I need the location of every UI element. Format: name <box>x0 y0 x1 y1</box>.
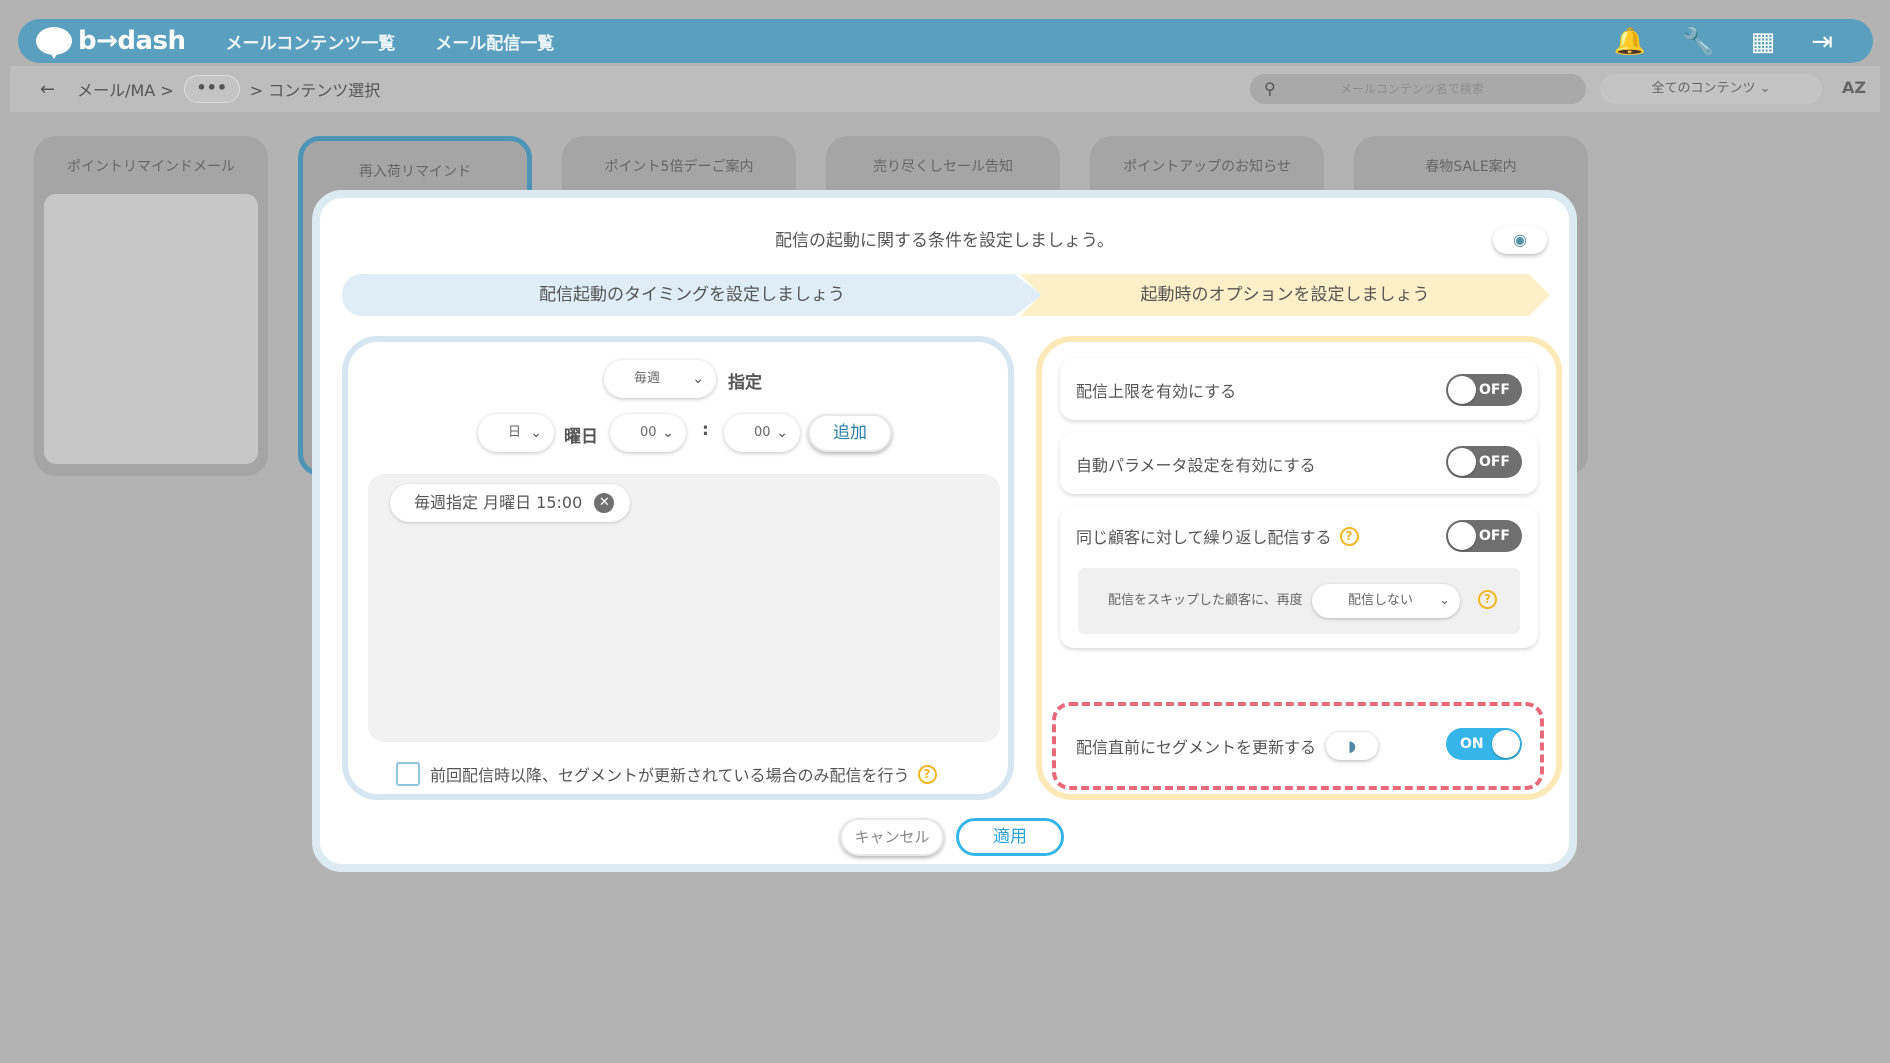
search-icon: ⚲ <box>1264 79 1276 98</box>
content-filter-select[interactable]: 全てのコンテンツ ⌄ <box>1600 74 1822 104</box>
delivery-trigger-dialog: 配信の起動に関する条件を設定しましょう。 ◉ 配信起動のタイミングを設定しましょ… <box>312 190 1577 872</box>
segment-refresh-toggle[interactable]: ON <box>1446 728 1522 760</box>
redeliver-select[interactable]: 配信しない ⌄ <box>1312 584 1460 618</box>
day-value: 日 <box>508 425 522 440</box>
chevron-down-icon: ⌄ <box>1439 593 1450 608</box>
timing-list: 毎週指定 月曜日 15:00 ✕ <box>368 474 1000 742</box>
step-options: 起動時のオプションを設定しましょう <box>1020 274 1550 316</box>
content-search-input[interactable]: ⚲ メールコンテンツ名で検索 <box>1250 74 1586 104</box>
time-colon: : <box>702 420 709 440</box>
segment-update-only-label: 前回配信時以降、セグメントが更新されている場合のみ配信を行う <box>430 766 910 785</box>
breadcrumb-ellipsis[interactable]: ••• <box>183 75 240 103</box>
apply-button[interactable]: 適用 <box>956 818 1064 856</box>
breadcrumb-root[interactable]: メール/MA > <box>77 77 174 101</box>
skipped-customer-text: 配信をスキップした顧客に、再度 <box>1108 593 1303 608</box>
step-timing: 配信起動のタイミングを設定しましょう <box>342 274 1042 316</box>
toggle-state: OFF <box>1478 382 1510 398</box>
toggle-knob <box>1448 522 1476 550</box>
nav-mail-contents-list[interactable]: メールコンテンツ一覧 <box>226 29 396 54</box>
breadcrumb-bar: ← メール/MA > ••• > コンテンツ選択 ⚲ メールコンテンツ名で検索 … <box>10 66 1880 112</box>
card-title: ポイント5倍デーご案内 <box>604 159 754 175</box>
timing-entry-chip: 毎週指定 月曜日 15:00 ✕ <box>390 484 631 522</box>
auto-parameter-toggle[interactable]: OFF <box>1446 446 1522 478</box>
card-title: ポイントリマインドメール <box>67 159 235 175</box>
cancel-button[interactable]: キャンセル <box>840 818 944 856</box>
option-auto-parameter: 自動パラメータ設定を有効にする OFF <box>1060 432 1538 494</box>
card-title: ポイントアップのお知らせ <box>1123 159 1291 175</box>
logo-bubble-icon <box>36 27 72 59</box>
filter-value: 全てのコンテンツ <box>1651 81 1756 96</box>
dialog-title: 配信の起動に関する条件を設定しましょう。 <box>775 231 1114 251</box>
toggle-knob <box>1492 730 1520 758</box>
options-panel: 配信上限を有効にする OFF 自動パラメータ設定を有効にする OFF 同じ顧客に… <box>1036 336 1562 800</box>
option-segment-refresh-row: 配信直前にセグメントを更新する ◗ <box>1076 732 1379 760</box>
beginner-mark-icon[interactable]: ◗ <box>1326 732 1379 760</box>
card-title: 再入荷リマインド <box>359 164 471 180</box>
option-label: 配信直前にセグメントを更新する <box>1076 738 1317 757</box>
redeliver-value: 配信しない <box>1348 593 1414 608</box>
frequency-suffix: 指定 <box>728 373 762 393</box>
search-placeholder: メールコンテンツ名で検索 <box>1340 82 1484 96</box>
minute-select[interactable]: 00 ⌄ <box>724 414 800 452</box>
card-title: 春物SALE案内 <box>1425 159 1517 175</box>
add-timing-button[interactable]: 追加 <box>808 414 892 452</box>
grid-icon[interactable]: ▦ <box>1751 27 1776 57</box>
timing-panel: 毎週 ⌄ 指定 日 ⌄ 曜日 00 ⌄ : 00 ⌄ 追加 毎週指定 月曜日 1… <box>342 336 1014 800</box>
bell-icon[interactable]: 🔔 <box>1614 27 1646 57</box>
delivery-limit-toggle[interactable]: OFF <box>1446 374 1522 406</box>
remove-entry-icon[interactable]: ✕ <box>594 493 615 513</box>
top-icons: 🔔 🔧 ▦ ⇥ <box>1614 27 1833 57</box>
bdash-logo[interactable]: b→dash <box>36 26 186 59</box>
question-icon[interactable]: ? <box>1339 526 1359 546</box>
frequency-value: 毎週 <box>634 371 661 386</box>
toggle-state: OFF <box>1478 454 1510 470</box>
toggle-knob <box>1448 376 1476 404</box>
content-card[interactable]: ポイントリマインドメール <box>34 136 268 476</box>
question-icon[interactable]: ? <box>917 764 937 784</box>
option-label: 自動パラメータ設定を有効にする <box>1076 456 1316 475</box>
repeat-delivery-toggle[interactable]: OFF <box>1446 520 1522 552</box>
chevron-down-icon: ⌄ <box>662 425 674 441</box>
option-delivery-limit: 配信上限を有効にする OFF <box>1060 358 1538 420</box>
option-label-row: 同じ顧客に対して繰り返し配信する ? <box>1076 524 1359 548</box>
skipped-customer-setting: 配信をスキップした顧客に、再度 配信しない ⌄ ? <box>1078 568 1520 634</box>
timing-entry-label: 毎週指定 月曜日 15:00 <box>414 493 583 512</box>
top-navigation-bar: b→dash メールコンテンツ一覧 メール配信一覧 🔔 🔧 ▦ ⇥ <box>18 19 1873 63</box>
toggle-state: ON <box>1460 736 1484 752</box>
day-suffix: 曜日 <box>564 427 598 447</box>
option-label: 配信上限を有効にする <box>1076 382 1237 401</box>
card-preview-image <box>44 194 258 464</box>
toggle-state: OFF <box>1478 528 1510 544</box>
nav-mail-delivery-list[interactable]: メール配信一覧 <box>435 29 554 54</box>
day-select[interactable]: 日 ⌄ <box>478 414 554 452</box>
segment-update-only-checkbox[interactable] <box>396 762 420 786</box>
chevron-down-icon: ⌄ <box>776 425 788 441</box>
card-title: 売り尽くしセール告知 <box>873 159 1013 175</box>
chevron-down-icon: ⌄ <box>530 425 542 441</box>
segment-update-only-row: 前回配信時以降、セグメントが更新されている場合のみ配信を行う ? <box>396 762 937 786</box>
question-icon[interactable]: ? <box>1478 590 1497 609</box>
help-icon[interactable]: ◉ <box>1493 226 1547 254</box>
hour-value: 00 <box>640 425 657 440</box>
logo-text: b→dash <box>78 26 186 56</box>
wrench-icon[interactable]: 🔧 <box>1682 27 1714 57</box>
minute-value: 00 <box>754 425 771 440</box>
sort-az-icon[interactable]: AZ <box>1842 78 1866 97</box>
chevron-down-icon: ⌄ <box>692 371 704 387</box>
option-label: 同じ顧客に対して繰り返し配信する <box>1076 528 1332 547</box>
frequency-select[interactable]: 毎週 ⌄ <box>604 360 716 398</box>
back-arrow-icon[interactable]: ← <box>40 79 55 100</box>
hour-select[interactable]: 00 ⌄ <box>610 414 686 452</box>
breadcrumb-current: > コンテンツ選択 <box>249 81 381 100</box>
logout-icon[interactable]: ⇥ <box>1811 27 1833 57</box>
option-repeat-delivery: 同じ顧客に対して繰り返し配信する ? OFF 配信をスキップした顧客に、再度 配… <box>1060 506 1538 648</box>
toggle-knob <box>1448 448 1476 476</box>
